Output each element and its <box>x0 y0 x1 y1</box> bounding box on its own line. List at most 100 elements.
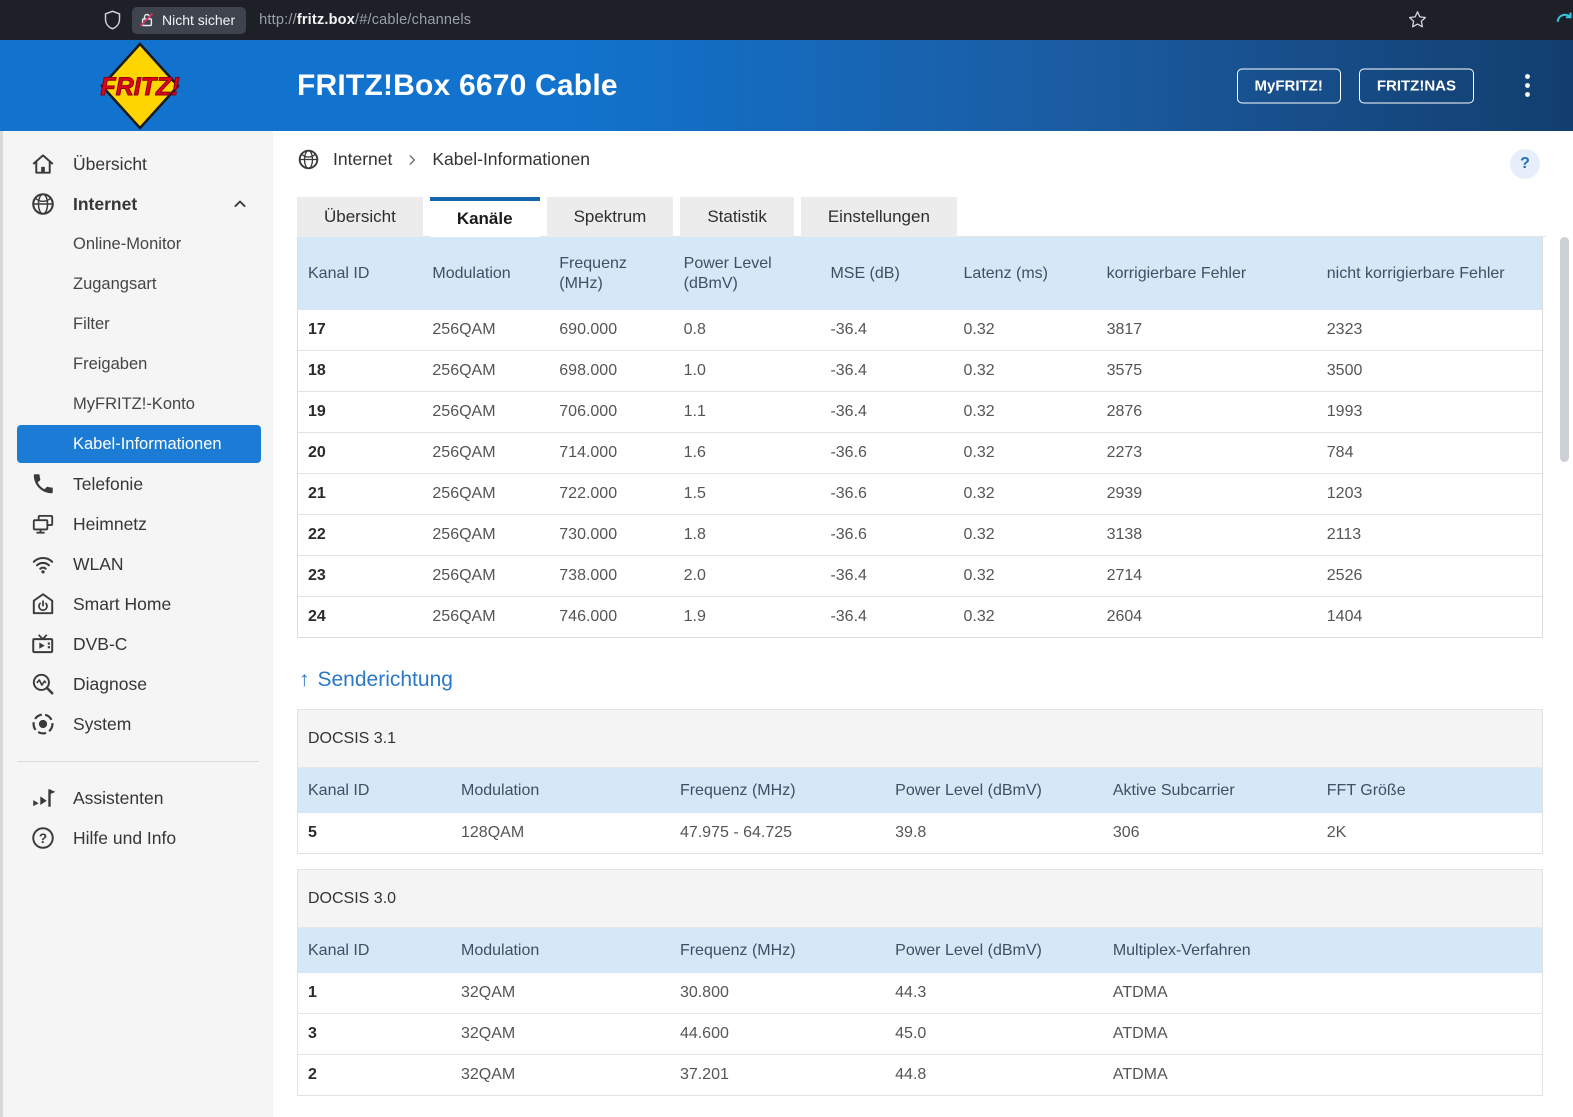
cell: 730.000 <box>549 514 674 556</box>
cell: 2273 <box>1096 432 1317 474</box>
sidebar-item-filter[interactable]: Filter <box>3 304 273 344</box>
table-header-row: Kanal ID Modulation Frequenz (MHz) Power… <box>298 237 1542 310</box>
sidebar-item-label: WLAN <box>73 553 124 574</box>
help-button[interactable]: ? <box>1510 149 1540 179</box>
col-kanal-id: Kanal ID <box>298 768 451 813</box>
cell: 698.000 <box>549 350 674 392</box>
sidebar-item-kabel-informationen[interactable]: Kabel-Informationen <box>17 425 261 463</box>
sidebar-item-diagnose[interactable]: Diagnose <box>3 664 273 704</box>
security-badge-label: Nicht sicher <box>162 12 236 28</box>
sidebar-item-wlan[interactable]: WLAN <box>3 544 273 584</box>
tv-icon <box>30 631 56 657</box>
sidebar-item-myfritz-konto[interactable]: MyFRITZ!-Konto <box>3 384 273 424</box>
tab-kanaele[interactable]: Kanäle <box>429 197 540 237</box>
table-row: 20 256QAM 714.000 1.6 -36.6 0.32 2273 78… <box>298 432 1542 474</box>
sidebar-item-label: Internet <box>73 193 138 214</box>
bookmark-star-icon[interactable] <box>1407 9 1428 35</box>
cell: 24 <box>298 596 423 637</box>
scrollbar-thumb[interactable] <box>1560 237 1569 462</box>
senderichtung-label: Senderichtung <box>317 668 453 691</box>
help-circle-icon: ? <box>30 825 56 851</box>
fritz-logo[interactable]: FRITZ! <box>99 42 181 135</box>
browser-extension-icon[interactable] <box>1553 9 1573 36</box>
url-prefix: http:// <box>259 12 297 28</box>
cell: 21 <box>298 473 423 515</box>
browser-bar: Nicht sicher http://fritz.box/#/cable/ch… <box>0 0 1573 40</box>
phone-icon <box>30 471 56 497</box>
fritznas-button[interactable]: FRITZ!NAS <box>1358 68 1474 103</box>
smart-home-icon <box>30 591 56 617</box>
svg-text:?: ? <box>39 831 47 846</box>
col-power-level: Power Level (dBmV) <box>885 928 1103 973</box>
sidebar-item-system[interactable]: System <box>3 704 273 744</box>
cell: 2.0 <box>673 555 821 597</box>
col-aktive-subcarrier: Aktive Subcarrier <box>1102 768 1317 813</box>
chevron-right-icon <box>405 153 419 167</box>
cell: 256QAM <box>422 350 550 392</box>
cell: 0.32 <box>953 596 1097 637</box>
myfritz-button[interactable]: MyFRITZ! <box>1236 68 1341 103</box>
sidebar-item-online-monitor[interactable]: Online-Monitor <box>3 224 273 264</box>
sidebar-item-internet[interactable]: Internet <box>3 184 273 224</box>
cell: 45.0 <box>885 1013 1103 1055</box>
sidebar-item-uebersicht[interactable]: Übersicht <box>3 144 273 184</box>
col-multiplex-verfahren: Multiplex-Verfahren <box>1102 928 1542 973</box>
table-row: 17 256QAM 690.000 0.8 -36.4 0.32 3817 23… <box>298 310 1542 351</box>
cell: 44.8 <box>885 1054 1103 1095</box>
cell: ATDMA <box>1112 984 1168 1001</box>
tab-einstellungen[interactable]: Einstellungen <box>800 197 957 237</box>
sidebar-item-smart-home[interactable]: Smart Home <box>3 584 273 624</box>
globe-icon <box>297 148 320 171</box>
col-latenz: Latenz (ms) <box>953 237 1097 310</box>
cell: 3575 <box>1096 350 1317 392</box>
breadcrumb-kabel-informationen[interactable]: Kabel-Informationen <box>432 149 590 170</box>
cell: 0.8 <box>683 321 706 338</box>
tab-spektrum[interactable]: Spektrum <box>546 197 674 237</box>
cell: 32QAM <box>451 1054 670 1095</box>
sidebar-item-label: Smart Home <box>73 593 172 614</box>
cell: 1.0 <box>673 350 821 392</box>
breadcrumb-internet[interactable]: Internet <box>333 149 392 170</box>
sidebar-item-hilfe-und-info[interactable]: ? Hilfe und Info <box>3 818 273 858</box>
downstream-channel-table: Kanal ID Modulation Frequenz (MHz) Power… <box>297 237 1543 638</box>
sidebar-item-dvb-c[interactable]: DVB-C <box>3 624 273 664</box>
cell: 37.201 <box>669 1054 886 1095</box>
cell: 2K <box>1326 824 1347 841</box>
col-power-level: Power Level (dBmV) <box>673 237 821 310</box>
arrow-up-icon: ↑ <box>299 668 310 691</box>
cell: ATDMA <box>1102 1054 1542 1095</box>
cell: 714.000 <box>549 432 674 474</box>
sidebar-item-assistenten[interactable]: Assistenten <box>3 778 273 818</box>
url-input[interactable]: http://fritz.box/#/cable/channels <box>259 12 471 28</box>
tab-statistik[interactable]: Statistik <box>680 197 794 237</box>
cell: -36.4 <box>820 391 954 433</box>
table-row: 21 256QAM 722.000 1.5 -36.6 0.32 2939 12… <box>298 473 1542 515</box>
cell: 256QAM <box>422 514 550 556</box>
security-badge[interactable]: Nicht sicher <box>132 6 247 34</box>
table-row: 23 256QAM 738.000 2.0 -36.4 0.32 2714 25… <box>298 555 1542 597</box>
table-row: 1 32QAM 30.800 44.3 ATDMA <box>298 973 1542 1014</box>
sidebar-item-heimnetz[interactable]: Heimnetz <box>3 504 273 544</box>
cell: 3817 <box>1106 321 1143 338</box>
tab-uebersicht[interactable]: Übersicht <box>297 197 423 237</box>
sidebar-item-zugangsart[interactable]: Zugangsart <box>3 264 273 304</box>
kebab-menu-icon[interactable] <box>1524 73 1531 99</box>
col-mse: MSE (dB) <box>820 237 954 310</box>
home-icon <box>30 151 56 177</box>
cell: 3500 <box>1316 350 1542 392</box>
cell: 256QAM <box>422 432 550 474</box>
cell: 3138 <box>1096 514 1317 556</box>
tracking-shield-icon[interactable] <box>102 9 123 31</box>
sidebar-item-telefonie[interactable]: Telefonie <box>3 464 273 504</box>
chevron-up-icon <box>230 194 250 214</box>
sidebar-divider <box>17 761 259 762</box>
cell: 1.9 <box>673 596 821 637</box>
cell: 306 <box>1112 824 1140 841</box>
cell: 17 <box>308 321 326 338</box>
cell: 256QAM <box>422 596 550 637</box>
cell: 0.32 <box>963 321 995 338</box>
sidebar-item-freigaben[interactable]: Freigaben <box>3 344 273 384</box>
col-power-level: Power Level (dBmV) <box>885 768 1103 813</box>
senderichtung-heading[interactable]: ↑ Senderichtung <box>299 668 453 692</box>
logo-text: FRITZ! <box>100 73 179 101</box>
